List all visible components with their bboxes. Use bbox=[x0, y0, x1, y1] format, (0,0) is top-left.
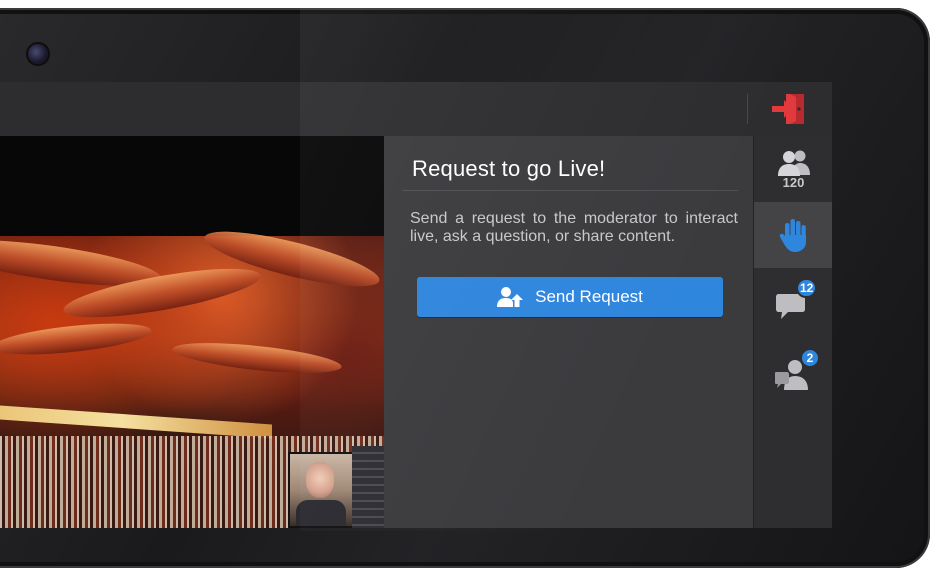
presenter-screen bbox=[288, 452, 354, 528]
participants-icon bbox=[777, 150, 810, 176]
side-monitor bbox=[352, 446, 384, 528]
panel-description: Send a request to the moderator to inter… bbox=[410, 210, 738, 245]
presenter-suit bbox=[296, 500, 346, 526]
presenter-face bbox=[306, 462, 334, 498]
venue-scene bbox=[0, 220, 384, 528]
participants-tab[interactable]: 120 bbox=[754, 136, 832, 202]
exit-door-icon bbox=[772, 94, 804, 124]
chat-badge: 12 bbox=[796, 278, 818, 298]
exit-button[interactable] bbox=[768, 90, 810, 128]
balcony-rail bbox=[0, 403, 272, 439]
chat-tab[interactable]: 12 bbox=[754, 272, 832, 338]
raise-hand-tab[interactable] bbox=[754, 202, 832, 268]
request-live-panel: Request to go Live! Send a request to th… bbox=[384, 136, 753, 528]
front-camera bbox=[28, 44, 48, 64]
panel-divider bbox=[402, 190, 738, 191]
top-bar bbox=[0, 82, 832, 137]
raise-hand-icon bbox=[779, 219, 806, 252]
send-request-label: Send Request bbox=[535, 287, 643, 306]
live-video-feed[interactable] bbox=[0, 136, 384, 528]
side-rail: 120 12 2 bbox=[753, 136, 832, 528]
requests-tab[interactable]: 2 bbox=[754, 342, 832, 408]
panel-title: Request to go Live! bbox=[412, 156, 606, 181]
tablet-frame: Request to go Live! Send a request to th… bbox=[0, 8, 930, 568]
video-letterbox bbox=[0, 136, 384, 236]
ceiling-panel bbox=[171, 337, 343, 379]
participants-count: 120 bbox=[782, 174, 805, 190]
top-bar-separator bbox=[747, 94, 748, 124]
user-upload-icon bbox=[497, 287, 524, 307]
ceiling-panel bbox=[0, 317, 153, 361]
requests-badge: 2 bbox=[800, 348, 820, 368]
app-screen: Request to go Live! Send a request to th… bbox=[0, 82, 832, 528]
send-request-button[interactable]: Send Request bbox=[417, 277, 723, 317]
